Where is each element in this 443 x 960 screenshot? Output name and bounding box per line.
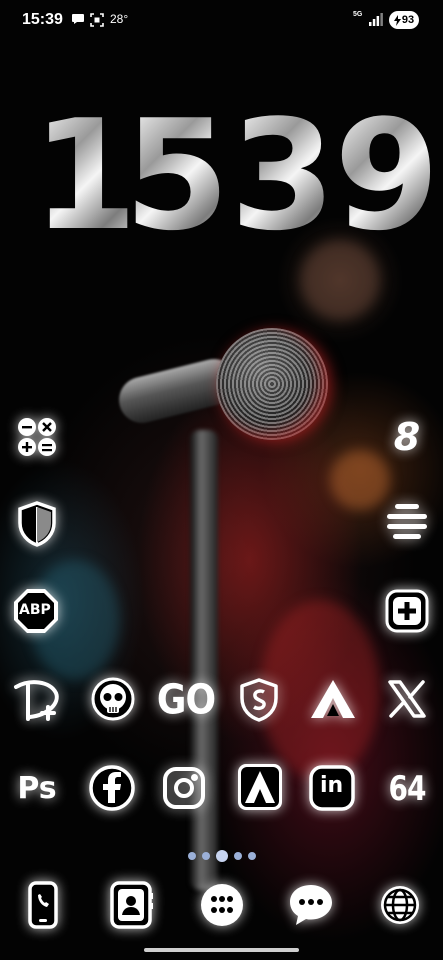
page-dot[interactable] [188, 852, 196, 860]
page-dot[interactable] [234, 852, 242, 860]
sixty-four-label: 64 [388, 768, 427, 808]
go-icon[interactable]: GO [156, 676, 216, 724]
linkedin-icon[interactable]: in [308, 764, 356, 812]
eight-label: 8 [393, 415, 421, 459]
status-temperature: 28° [110, 12, 129, 26]
network-type: 5G [353, 11, 363, 18]
mic-stand [190, 430, 218, 890]
clock-digit: 5 [124, 87, 230, 264]
clock-digit: 9 [334, 87, 440, 264]
64-icon[interactable]: 64 [384, 764, 430, 812]
status-time: 15:39 [22, 11, 63, 28]
disney-plus-icon[interactable] [12, 676, 62, 726]
abp-label: ABP [19, 602, 51, 618]
adobe-acrobat-icon[interactable] [236, 762, 284, 812]
x-icon[interactable] [384, 676, 430, 722]
linkedin-label: in [320, 773, 344, 798]
skull-icon[interactable] [90, 676, 136, 722]
mic-head [216, 328, 328, 440]
page-dot[interactable] [202, 852, 210, 860]
clock-digit: 1 [32, 87, 138, 264]
clock-widget[interactable]: 1 5 3 9 [12, 87, 440, 264]
page-dot-active[interactable] [216, 850, 228, 862]
page-indicator[interactable] [188, 850, 258, 862]
ps-label: Ps [17, 770, 57, 806]
shield-s-icon[interactable] [236, 676, 282, 724]
browser-icon[interactable] [376, 880, 424, 930]
signal-icon [369, 13, 383, 26]
number-8-icon[interactable]: 8 [384, 414, 430, 460]
contacts-icon[interactable] [108, 880, 156, 930]
chat-bubble-icon [71, 13, 85, 28]
battery-indicator: 93 [389, 11, 419, 29]
status-bar: 15:39 28° 5G 93 [0, 0, 443, 40]
battery-level: 93 [401, 14, 415, 26]
instagram-icon[interactable] [160, 764, 208, 812]
go-label: GO [156, 676, 216, 724]
clock-digit: 3 [230, 87, 336, 264]
photoshop-icon[interactable]: Ps [12, 764, 62, 812]
calculator-icon[interactable] [14, 414, 60, 460]
gesture-bar[interactable] [144, 948, 299, 952]
page-dot[interactable] [248, 852, 256, 860]
menu-lines-icon[interactable] [384, 500, 430, 546]
bokeh-light [330, 450, 390, 510]
arrow-logo-icon[interactable] [308, 676, 358, 722]
screenshot-icon [90, 13, 104, 30]
shield-icon[interactable] [14, 500, 60, 548]
phone-icon[interactable] [20, 880, 66, 930]
facebook-icon[interactable] [88, 764, 136, 812]
messages-icon[interactable] [286, 880, 336, 930]
charging-bolt-icon [393, 14, 401, 26]
app-drawer-icon[interactable] [198, 880, 246, 930]
adblock-plus-icon[interactable]: ABP [12, 587, 60, 635]
plus-square-icon[interactable] [384, 588, 430, 634]
